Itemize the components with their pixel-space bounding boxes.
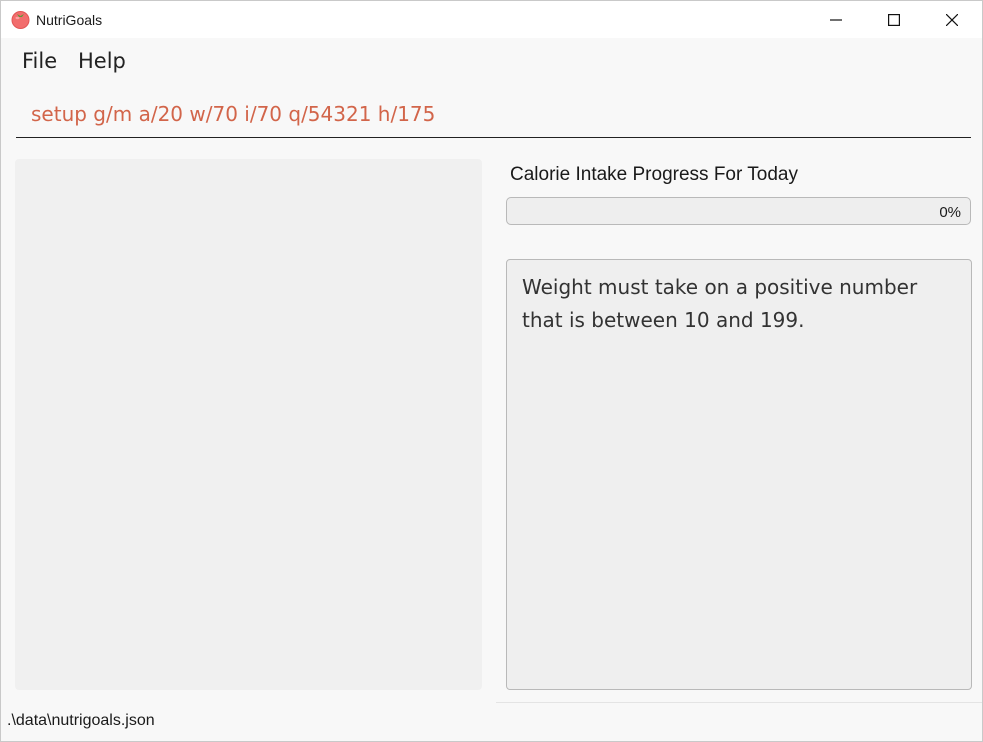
menu-file[interactable]: File: [22, 49, 57, 73]
close-icon: [946, 13, 958, 26]
tomato-app-icon: [11, 11, 30, 29]
calorie-progress-title: Calorie Intake Progress For Today: [510, 164, 798, 185]
calorie-progress-bar: 0%: [506, 197, 971, 225]
menu-bar: File Help: [1, 39, 982, 83]
app-window: NutriGoals File Help Calorie Intake Prog…: [0, 0, 983, 742]
title-bar: NutriGoals: [1, 1, 982, 38]
minimize-icon: [830, 18, 842, 21]
window-title: NutriGoals: [36, 12, 103, 28]
command-input[interactable]: [16, 93, 971, 135]
minimize-button[interactable]: [807, 1, 865, 38]
close-button[interactable]: [923, 1, 981, 38]
result-display: Weight must take on a positive number th…: [506, 259, 972, 690]
status-file-path: .\data\nutrigoals.json: [7, 712, 155, 729]
maximize-button[interactable]: [865, 1, 923, 38]
calorie-progress-label: 0%: [939, 204, 961, 221]
command-box: [16, 93, 971, 138]
result-message: Weight must take on a positive number th…: [522, 275, 918, 332]
menu-help[interactable]: Help: [78, 49, 126, 73]
status-divider: [496, 702, 982, 703]
maximize-icon: [888, 13, 900, 26]
food-list-panel: [15, 159, 482, 690]
